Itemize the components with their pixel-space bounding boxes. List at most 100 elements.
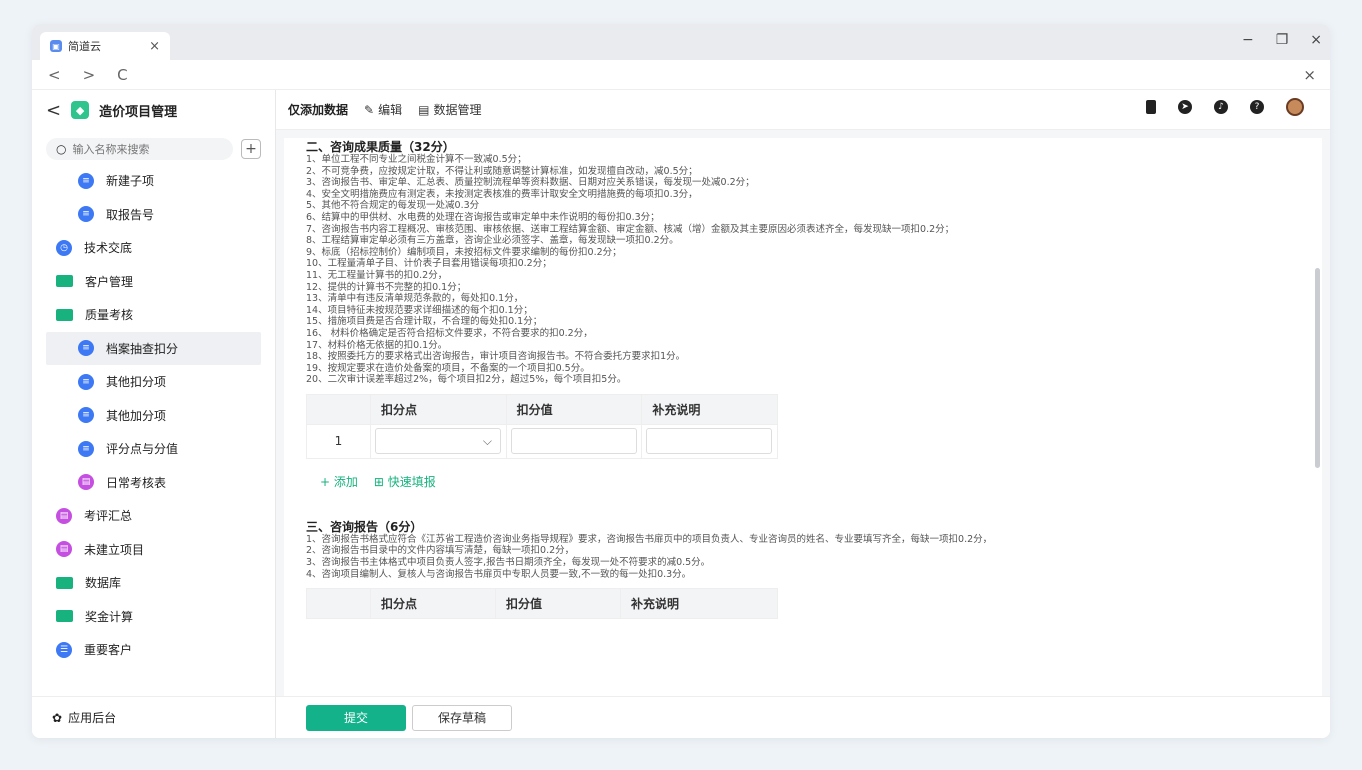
folder-icon [56, 308, 73, 321]
form-icon: ≡ [78, 206, 94, 223]
tab-strip: ▣ 简道云 × − ❐ × [32, 24, 1330, 60]
column-header: 补充说明 [641, 393, 778, 425]
help-icon[interactable]: ? [1250, 100, 1264, 114]
sidebar-item-evaluation-summary[interactable]: ▤ 考评汇总 [32, 499, 275, 533]
form-footer: 提交 保存草稿 [276, 696, 1330, 738]
app-backend-link[interactable]: ✿ 应用后台 [32, 696, 275, 738]
sidebar-item-other-bonus[interactable]: ≡ 其他加分项 [32, 399, 275, 433]
report-icon: ▤ [78, 474, 94, 491]
sidebar-item-label: 其他加分项 [106, 408, 167, 423]
sidebar-item-scoring-points[interactable]: ≡ 评分点与分值 [32, 432, 275, 466]
window-close-icon[interactable]: × [1310, 32, 1322, 48]
section-rules: 1、单位工程不同专业之间税金计算不一致减0.5分； 2、不可竞争费，应按规定计取… [306, 154, 1300, 386]
sidebar-menu: ≡ 新建子项 ≡ 取报告号 ◷ 技术交底 客户管理 质量考核 ≡ 档案抽查扣分 ≡ 其他扣… [32, 164, 275, 667]
deduction-value-input[interactable] [510, 428, 637, 455]
cell [505, 423, 643, 459]
chevron-down-icon: ⌵ [482, 433, 492, 448]
compass-icon[interactable]: ➤ [1178, 100, 1192, 114]
rule-line: 16、 材料价格确定是否符合招标文件要求，不符合要求的扣0.2分， [306, 327, 593, 339]
gear-icon: ✿ [52, 710, 63, 725]
sidebar-item-bonus-calculation[interactable]: 奖金计算 [32, 600, 275, 634]
app-area: < ◆ 造价项目管理 ○ + ≡ 新建子项 ≡ 取报告号 ◷ 技术交底 客户管理 质量… [32, 90, 1330, 738]
rule-line: 17、材料价格无依据的扣0.1分。 [306, 339, 448, 351]
book-icon[interactable] [1146, 100, 1156, 114]
search-box[interactable]: ○ [46, 138, 233, 160]
notification-icon[interactable]: ♪ [1214, 100, 1228, 114]
edit-button[interactable]: ✎ 编辑 [364, 101, 402, 118]
sidebar-item-label: 考评汇总 [84, 509, 133, 524]
sidebar-item-report-number[interactable]: ≡ 取报告号 [32, 198, 275, 232]
rule-line: 7、咨询报告书内容工程概况、审核范围、审核依据、送审工程结算金额、审定金额、核减… [306, 223, 955, 235]
index-header [306, 588, 371, 620]
table-row: 1 ⌵ [306, 423, 778, 459]
avatar[interactable] [1286, 98, 1304, 116]
form-icon: ≡ [78, 340, 94, 357]
save-draft-button[interactable]: 保存草稿 [412, 704, 512, 731]
rule-line: 3、咨询报告书主体格式中项目负责人签字,报告书日期须齐全，每发现一处不符要求的减… [306, 557, 711, 569]
sidebar-item-customer-management[interactable]: 客户管理 [32, 265, 275, 299]
rule-line: 20、二次审计误差率超过2%，每个项目扣2分，超过5%，每个项目扣5分。 [306, 374, 627, 386]
reload-icon[interactable]: C [117, 66, 127, 84]
toolbar-title[interactable]: 仅添加数据 [288, 101, 348, 118]
quick-fill-button[interactable]: ⊞ 快速填报 [374, 473, 436, 490]
rule-line: 1、单位工程不同专业之间税金计算不一致减0.5分； [306, 154, 527, 165]
browser-tab[interactable]: ▣ 简道云 × [40, 32, 170, 60]
sidebar-header: < ◆ 造价项目管理 [32, 90, 275, 130]
app-logo-icon: ◆ [71, 101, 90, 119]
pencil-icon: ✎ [364, 102, 375, 117]
forward-icon[interactable]: > [83, 66, 96, 84]
sidebar-item-other-deductions[interactable]: ≡ 其他扣分项 [32, 365, 275, 399]
nav-bar: < > C × [32, 60, 1330, 90]
table-header-row: 扣分点 扣分值 补充说明 [306, 588, 778, 620]
sidebar-item-label: 技术交底 [84, 241, 133, 256]
submit-button[interactable]: 提交 [306, 704, 406, 731]
quick-fill-label: 快速填报 [387, 474, 436, 489]
rule-line: 6、结算中的甲供材、水电费的处理在咨询报告或审定单中未作说明的每份扣0.3分； [306, 211, 660, 223]
rule-line: 8、工程结算审定单必须有三方盖章，咨询企业必须签字、盖章，每发现缺一项扣0.2分… [306, 235, 679, 247]
add-button[interactable]: + [241, 139, 261, 159]
main-panel: 仅添加数据 ✎ 编辑 ▤ 数据管理 ➤ ♪ ? 二、咨询成果质量（32分） 1、单位… [276, 90, 1330, 738]
sidebar-item-daily-assessment[interactable]: ▤ 日常考核表 [32, 466, 275, 500]
column-header: 扣分值 [505, 393, 643, 425]
minimize-icon[interactable]: − [1242, 32, 1254, 48]
sidebar-item-database[interactable]: 数据库 [32, 566, 275, 600]
rule-line: 12、提供的计算书不完整的扣0.1分； [306, 281, 467, 293]
report-table: 扣分点 扣分值 补充说明 [306, 588, 778, 620]
table-icon: ▤ [418, 102, 430, 117]
back-icon[interactable]: < [48, 66, 61, 84]
browser-window: ▣ 简道云 × − ❐ × < > C × < ◆ 造价项目管理 ○ 输入名称来… [32, 24, 1330, 738]
tab-close-icon[interactable]: × [149, 39, 160, 54]
search-input[interactable] [72, 142, 213, 156]
folder-icon [56, 275, 73, 288]
form-icon: ≡ [78, 407, 94, 424]
restore-icon[interactable]: ❐ [1276, 32, 1289, 48]
sidebar-item-label: 档案抽查扣分 [106, 341, 179, 356]
rule-line: 9、标底（招标控制价）编制项目，未按招标文件要求编制的每份扣0.2分； [306, 246, 622, 258]
sidebar-item-archive-check[interactable]: ≡ 档案抽查扣分 [46, 331, 261, 365]
nav-close-icon[interactable]: × [1303, 66, 1316, 84]
data-manage-label: 数据管理 [433, 103, 482, 117]
form-icon: ≡ [78, 440, 94, 457]
sidebar-item-key-customers[interactable]: ☰ 重要客户 [32, 633, 275, 667]
folder-icon [56, 576, 73, 589]
data-manage-button[interactable]: ▤ 数据管理 [418, 101, 481, 118]
sidebar-item-new-subitem[interactable]: ≡ 新建子项 [32, 164, 275, 198]
rule-line: 5、其他不符合规定的每发现一处减0.3分 [306, 200, 480, 212]
rule-line: 4、安全文明措施费应有测定表，未按测定表核准的费率计取安全文明措施费的每项扣0.… [306, 188, 698, 200]
rule-line: 1、咨询报告书格式应符合《江苏省工程造价咨询业务指导规程》要求，咨询报告书扉页中… [306, 533, 993, 545]
sidebar-item-tech-briefing[interactable]: ◷ 技术交底 [32, 231, 275, 265]
edit-label: 编辑 [378, 103, 403, 117]
add-row-button[interactable]: + 添加 [320, 473, 358, 490]
section-rules: 1、咨询报告书格式应符合《江苏省工程造价咨询业务指导规程》要求，咨询报告书扉页中… [306, 534, 1300, 580]
sidebar-item-quality-assessment[interactable]: 质量考核 [32, 298, 275, 332]
sidebar-item-unestablished-projects[interactable]: ▤ 未建立项目 [32, 533, 275, 567]
search-icon: ○ [56, 142, 67, 156]
scrollbar[interactable] [1315, 268, 1320, 468]
sidebar-item-label: 评分点与分值 [106, 442, 179, 457]
table-actions: + 添加 ⊞ 快速填报 [306, 473, 1300, 490]
deduction-point-select[interactable]: ⌵ [375, 428, 501, 455]
sidebar-back-icon[interactable]: < [46, 100, 61, 121]
form-card: 二、咨询成果质量（32分） 1、单位工程不同专业之间税金计算不一致减0.5分； … [284, 138, 1322, 696]
section-title: 二、咨询成果质量（32分） [306, 140, 455, 154]
supplement-note-input[interactable] [646, 428, 773, 455]
